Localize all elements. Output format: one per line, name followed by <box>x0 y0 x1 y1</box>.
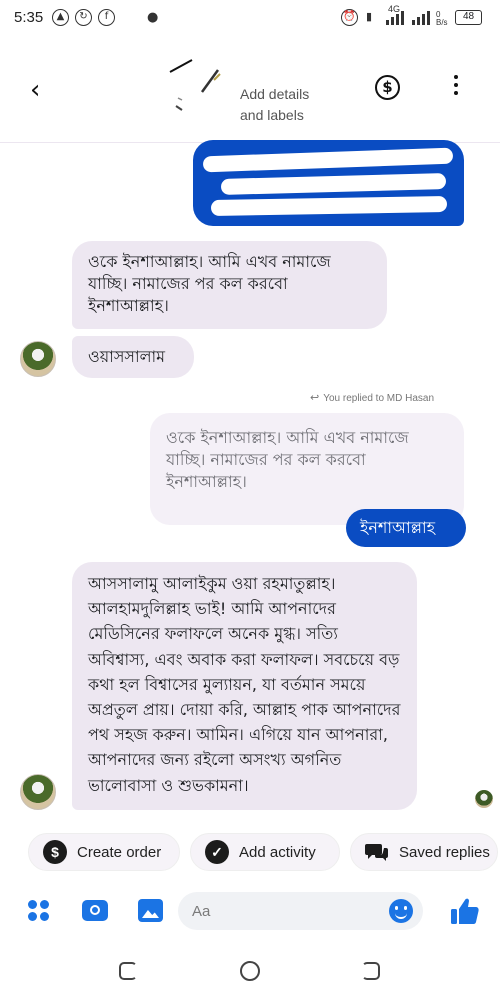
data-speed: 0 B/s <box>436 10 448 27</box>
system-navigation-bar <box>0 945 500 1000</box>
add-details-labels-link[interactable]: Add details and labels <box>240 84 309 126</box>
recent-apps-icon[interactable] <box>119 962 137 980</box>
redaction-mark <box>202 147 454 173</box>
battery-indicator: 48 <box>455 10 482 25</box>
status-bar: 5:35 ▲ ↻ f ● ⏰ ▮ 4G 0 B/s 48 <box>0 0 500 38</box>
alarm-icon: ⏰ <box>341 9 358 26</box>
sender-avatar[interactable] <box>20 341 56 377</box>
redaction-mark <box>210 195 448 217</box>
vibrate-icon: ▮ <box>366 11 373 23</box>
create-order-button[interactable]: $ Create order <box>28 833 180 871</box>
signal-strength-icon-2 <box>412 11 430 25</box>
add-details-text: Add details <box>240 86 310 102</box>
redaction-mark <box>220 173 447 195</box>
contact-avatar-blurred <box>169 59 221 111</box>
saved-replies-button[interactable]: Saved replies <box>350 833 498 871</box>
dollar-icon[interactable]: $ <box>375 75 400 100</box>
conversation-header: ‹ Add details and labels $ <box>0 38 500 143</box>
more-vertical-icon[interactable] <box>452 75 460 99</box>
message-input[interactable] <box>178 892 423 930</box>
status-time: 5:35 <box>14 9 44 26</box>
back-arrow-icon[interactable]: ‹ <box>30 75 40 105</box>
image-icon[interactable] <box>138 899 163 922</box>
grid-menu-icon[interactable] <box>28 900 50 922</box>
redacted-outgoing-message[interactable] <box>193 140 464 226</box>
replied-to-label: ↩ You replied to MD Hasan <box>310 391 434 404</box>
camera-icon[interactable] <box>82 900 108 921</box>
dollar-icon: $ <box>43 840 67 864</box>
system-back-icon[interactable] <box>362 962 380 980</box>
message-composer <box>0 885 500 937</box>
replied-to-text: You replied to MD Hasan <box>323 393 435 404</box>
thumbs-up-icon[interactable] <box>450 897 480 925</box>
create-order-label: Create order <box>77 843 162 861</box>
add-activity-button[interactable]: ✓ Add activity <box>190 833 340 871</box>
outgoing-message[interactable]: ইনশাআল্লাহ <box>346 509 466 547</box>
gallery-notification-icon: ▲ <box>52 9 69 26</box>
sync-notification-icon: ↻ <box>75 9 92 26</box>
check-icon: ✓ <box>205 840 229 864</box>
emoji-icon[interactable] <box>389 899 413 923</box>
incoming-message[interactable]: আসসালামু আলাইকুম ওয়া রহমাতুল্লাহ। আলহাম… <box>72 562 417 810</box>
add-activity-label: Add activity <box>239 843 316 861</box>
sender-avatar[interactable] <box>20 774 56 810</box>
reply-arrow-icon: ↩ <box>310 392 320 404</box>
home-icon[interactable] <box>240 961 260 981</box>
seen-indicator-avatar <box>475 790 493 808</box>
incoming-message[interactable]: ওয়াসসালাম <box>72 336 194 378</box>
and-labels-text: and labels <box>240 107 304 123</box>
signal-strength-icon-1 <box>386 11 404 25</box>
more-notifications-icon: ● <box>147 10 159 25</box>
saved-replies-label: Saved replies <box>399 843 490 861</box>
incoming-message[interactable]: ওকে ইনশাআল্লাহ। আমি এখব নামাজে যাচ্ছি। ন… <box>72 241 387 329</box>
chat-bubbles-icon <box>365 844 388 861</box>
facebook-notification-icon: f <box>98 9 115 26</box>
